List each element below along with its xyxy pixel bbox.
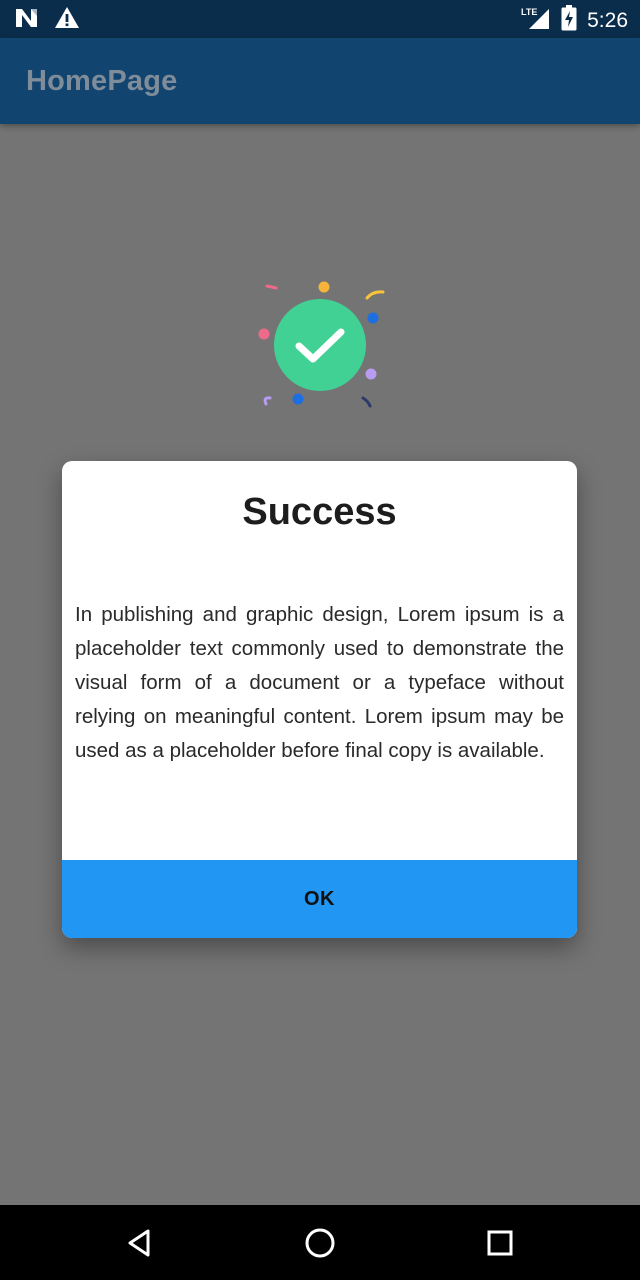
status-right: LTE 5:26	[521, 5, 628, 36]
dialog-title: Success	[242, 491, 397, 533]
app-title: HomePage	[26, 65, 178, 97]
app-bar: HomePage	[0, 38, 640, 124]
network-label: LTE	[521, 7, 537, 17]
status-bar: LTE 5:26	[0, 0, 640, 38]
home-icon[interactable]	[300, 1223, 340, 1263]
dialog-body: In publishing and graphic design, Lorem …	[75, 603, 564, 762]
success-graphic	[250, 276, 390, 416]
recents-icon[interactable]	[480, 1223, 520, 1263]
status-left	[14, 6, 80, 35]
notification-n-icon	[14, 6, 40, 35]
nav-bar	[0, 1205, 640, 1280]
status-time: 5:26	[587, 8, 628, 32]
warning-icon	[54, 6, 80, 35]
back-icon[interactable]	[120, 1223, 160, 1263]
battery-charging-icon	[561, 5, 577, 36]
ok-button[interactable]: OK	[62, 860, 577, 938]
check-circle-icon	[258, 281, 385, 408]
screen: LTE 5:26 HomePage Success In publishing …	[0, 0, 640, 1280]
success-dialog: Success In publishing and graphic design…	[62, 461, 577, 938]
lte-signal-icon: LTE	[521, 5, 551, 36]
